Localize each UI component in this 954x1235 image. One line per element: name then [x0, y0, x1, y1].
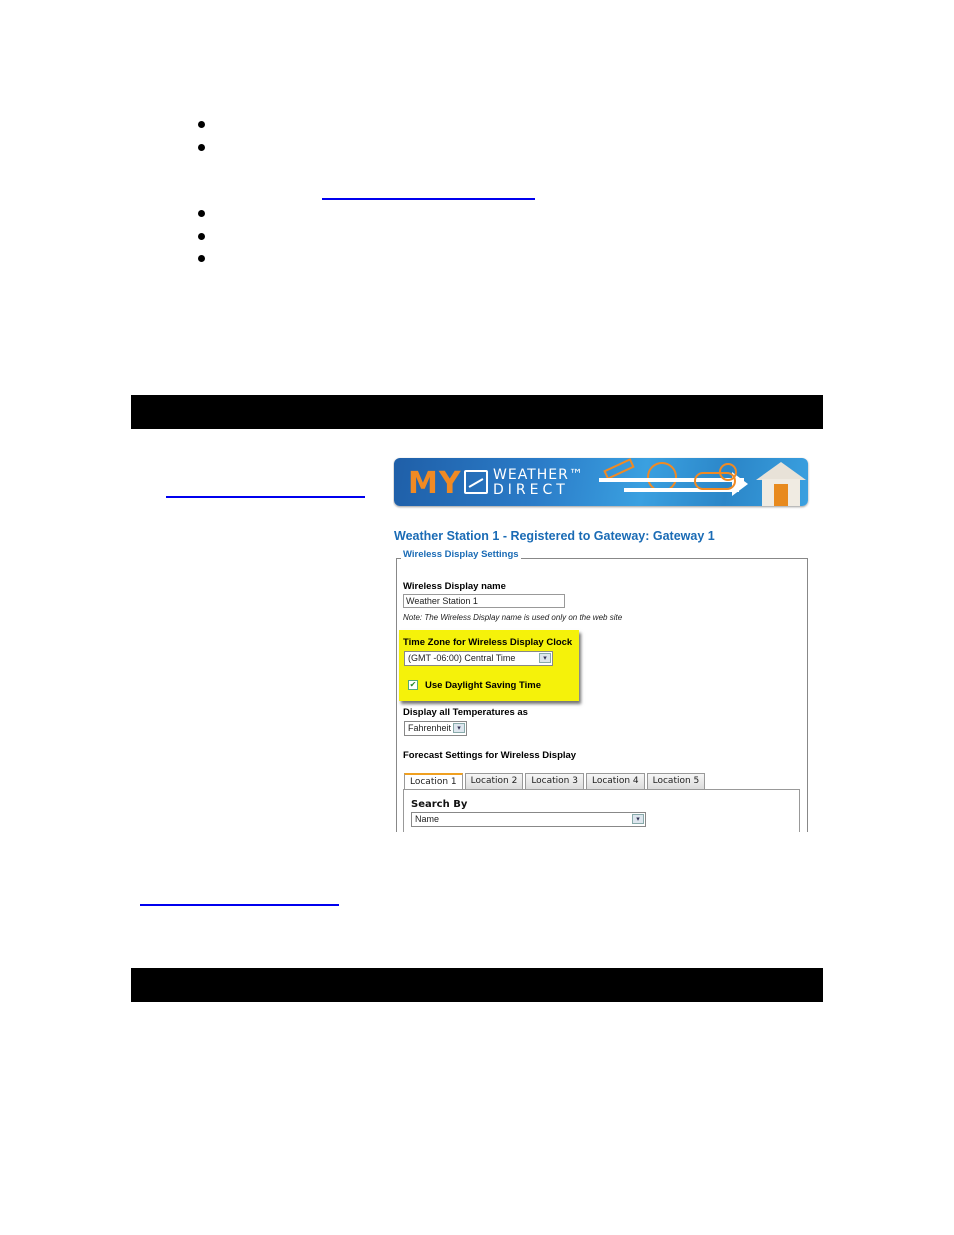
bullet-4 [198, 233, 205, 240]
section-heading-bar-2 [131, 968, 823, 1002]
daylight-saving-label: Use Daylight Saving Time [425, 680, 541, 691]
fieldset-legend: Wireless Display Settings [401, 549, 521, 560]
temperature-label: Display all Temperatures as [403, 707, 528, 718]
time-zone-select[interactable]: (GMT -06:00) Central Time ▾ [404, 651, 553, 666]
temperature-value: Fahrenheit [408, 723, 452, 733]
house-icon [756, 462, 808, 506]
tab-location-2[interactable]: Location 2 [464, 773, 524, 789]
brand-weather: WEATHER™ [493, 467, 584, 483]
hyperlink-2[interactable] [166, 496, 365, 498]
search-by-select[interactable]: Name ▾ [411, 812, 646, 827]
chevron-down-icon[interactable]: ▾ [539, 653, 551, 663]
embedded-screenshot: MY WEATHER™ DIRECT Weather Station 1 - R… [393, 457, 810, 832]
forecast-label: Forecast Settings for Wireless Display [403, 750, 577, 761]
station-title: Weather Station 1 - Registered to Gatewa… [394, 529, 715, 543]
hyperlink-3[interactable] [140, 904, 339, 906]
chevron-down-icon[interactable]: ▾ [453, 723, 465, 733]
display-name-note: Note: The Wireless Display name is used … [403, 613, 623, 622]
location-tabs: Location 1 Location 2 Location 3 Locatio… [404, 773, 707, 789]
temperature-select[interactable]: Fahrenheit ▾ [404, 721, 467, 736]
bullet-2 [198, 144, 205, 151]
cloud-icon [694, 472, 736, 490]
time-zone-label: Time Zone for Wireless Display Clock [403, 637, 573, 648]
tab-location-3[interactable]: Location 3 [525, 773, 584, 789]
bullet-5 [198, 255, 205, 262]
my-weather-direct-banner: MY WEATHER™ DIRECT [394, 458, 808, 506]
display-name-input[interactable]: Weather Station 1 [403, 594, 565, 608]
tab-location-1[interactable]: Location 1 [404, 773, 463, 789]
time-zone-value: (GMT -06:00) Central Time [408, 653, 516, 663]
bullet-1 [198, 121, 205, 128]
search-by-label: Search By [411, 799, 468, 810]
satellite-icon [603, 458, 635, 480]
brand-my: MY [408, 466, 462, 501]
tab-location-4[interactable]: Location 4 [585, 773, 645, 789]
brand-direct: DIRECT [493, 482, 569, 498]
section-heading-bar-1 [131, 395, 823, 429]
satellite-logo-icon [464, 470, 488, 494]
search-by-value: Name [415, 814, 440, 824]
daylight-saving-checkbox[interactable]: ✔ [408, 680, 418, 690]
hyperlink-1[interactable] [322, 198, 535, 200]
chevron-down-icon[interactable]: ▾ [632, 814, 644, 824]
display-name-label: Wireless Display name [403, 581, 506, 592]
bullet-3 [198, 210, 205, 217]
tab-location-5[interactable]: Location 5 [646, 773, 706, 789]
